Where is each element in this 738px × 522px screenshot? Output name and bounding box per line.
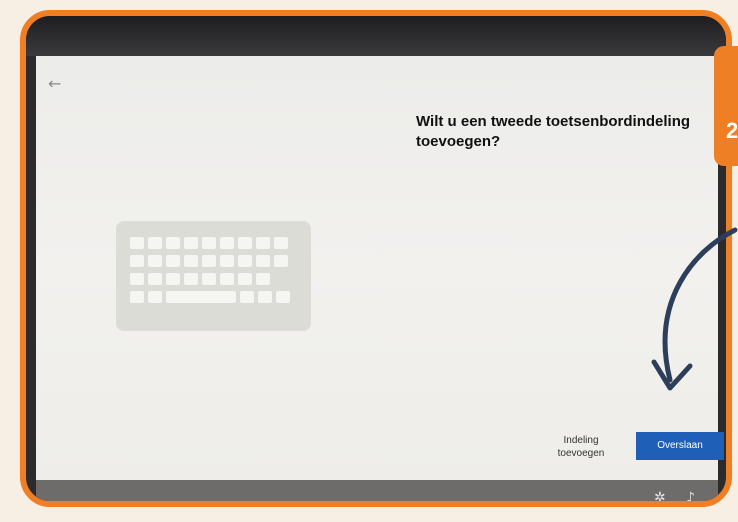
keyboard-row	[130, 255, 288, 267]
step-badge	[714, 46, 738, 166]
step-number: 2	[726, 118, 738, 143]
screen-bezel	[26, 16, 726, 56]
add-layout-button[interactable]: Indeling toevoegen	[546, 434, 616, 460]
pointer-arrow-icon	[651, 227, 738, 391]
accessibility-icon[interactable]: ✲	[654, 490, 666, 501]
volume-icon[interactable]: ♪	[686, 490, 695, 501]
keyboard-row	[130, 237, 288, 249]
photo-frame: ← Wilt u een tweede toetsenbordindeling …	[20, 10, 732, 507]
skip-button[interactable]: Overslaan	[636, 432, 724, 460]
page-title: Wilt u een tweede toetsenbordindeling to…	[416, 113, 691, 150]
keyboard-row	[130, 291, 290, 303]
taskbar: ✲ ♪	[36, 480, 718, 501]
setup-screen: ← Wilt u een tweede toetsenbordindeling …	[36, 56, 724, 480]
back-arrow-icon[interactable]: ←	[48, 74, 61, 93]
keyboard-row	[130, 273, 270, 285]
keyboard-icon	[116, 221, 311, 331]
